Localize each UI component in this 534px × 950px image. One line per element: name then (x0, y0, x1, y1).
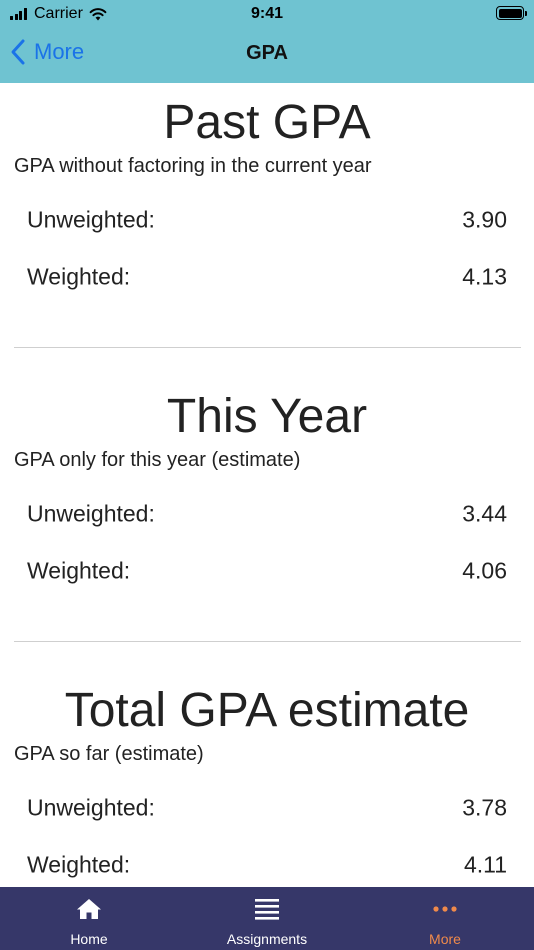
row-value: 3.90 (462, 206, 507, 232)
row-value: 3.44 (462, 500, 507, 526)
status-bar: Carrier 9:41 (0, 0, 534, 28)
section-divider (14, 347, 521, 348)
more-icon (433, 906, 457, 912)
row-label: Unweighted: (27, 206, 155, 232)
section-subtitle: GPA only for this year (estimate) (14, 449, 301, 471)
row-label: Weighted: (27, 557, 131, 583)
list-icon (255, 899, 279, 920)
section-divider (14, 641, 521, 642)
page-title: GPA (246, 42, 288, 64)
battery-icon (496, 6, 527, 20)
section-subtitle: GPA without factoring in the current yea… (14, 155, 372, 177)
row-value: 4.13 (462, 263, 507, 289)
section-title: Total GPA estimate (64, 684, 470, 737)
gpa-screen: Carrier 9:41 More GPA Past GPA GPA witho… (0, 0, 534, 950)
row-label: Weighted: (27, 851, 131, 877)
section-title: Past GPA (163, 96, 371, 149)
unweighted-row: Unweighted: 3.44 (0, 485, 534, 542)
row-label: Unweighted: (27, 500, 155, 526)
unweighted-row: Unweighted: 3.90 (0, 191, 534, 248)
section-this-year: This Year GPA only for this year (estima… (0, 389, 534, 599)
nav-bar: More GPA (0, 28, 534, 83)
row-value: 4.11 (463, 851, 507, 877)
tab-label: Assignments (226, 931, 308, 947)
tab-label: More (429, 931, 461, 947)
row-value: 4.06 (462, 557, 507, 583)
home-icon (77, 899, 101, 919)
tab-more[interactable]: More (356, 887, 534, 950)
unweighted-row: Unweighted: 3.78 (0, 779, 534, 836)
section-total-gpa: Total GPA estimate GPA so far (estimate)… (0, 683, 534, 887)
tab-home[interactable]: Home (0, 887, 178, 950)
weighted-row: Weighted: 4.11 (0, 836, 534, 887)
row-label: Weighted: (27, 263, 131, 289)
section-title: This Year (166, 390, 368, 443)
weighted-row: Weighted: 4.06 (0, 542, 534, 599)
tab-bar: Home Assignments More (0, 887, 534, 950)
tab-label: Home (70, 931, 108, 947)
tab-assignments[interactable]: Assignments (178, 887, 356, 950)
weighted-row: Weighted: 4.13 (0, 248, 534, 305)
top-bar: Carrier 9:41 More GPA (0, 0, 534, 83)
gpa-content[interactable]: Past GPA GPA without factoring in the cu… (0, 83, 534, 887)
section-subtitle: GPA so far (estimate) (14, 743, 204, 765)
row-value: 3.78 (462, 794, 507, 820)
status-time: 9:41 (250, 5, 284, 22)
row-label: Unweighted: (27, 794, 155, 820)
section-past-gpa: Past GPA GPA without factoring in the cu… (0, 95, 534, 305)
